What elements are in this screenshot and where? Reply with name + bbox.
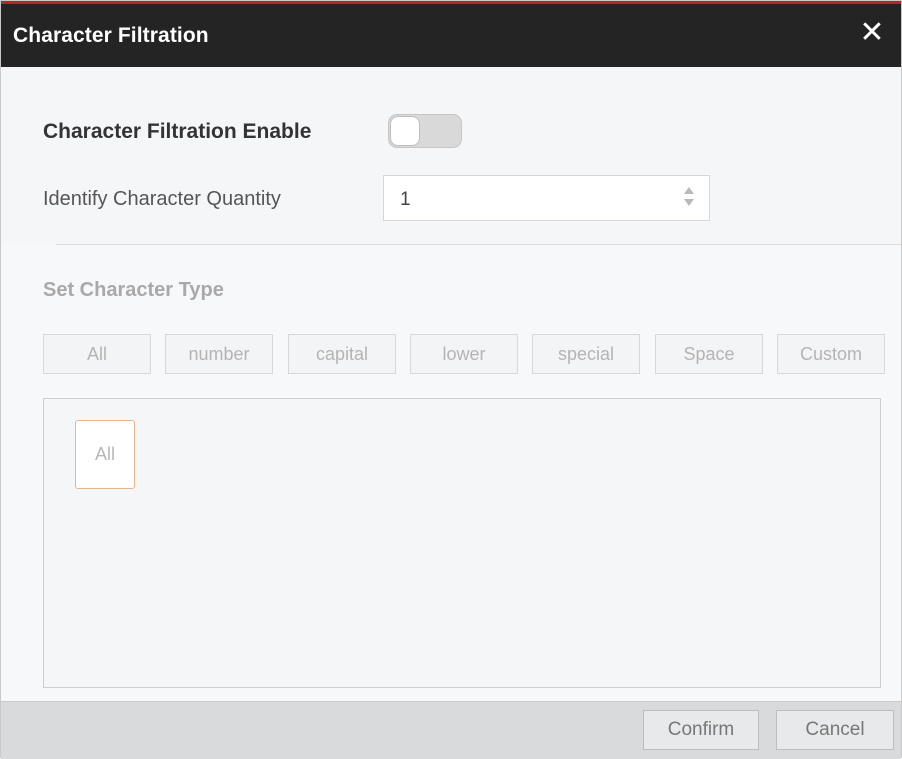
dialog-titlebar: Character Filtration ✕: [1, 1, 901, 67]
type-button-lower[interactable]: lower: [410, 334, 518, 374]
quantity-stepper[interactable]: [683, 185, 695, 211]
toggle-knob: [390, 116, 420, 146]
selected-chip-all[interactable]: All: [75, 420, 135, 489]
type-button-number[interactable]: number: [165, 334, 273, 374]
type-button-space[interactable]: Space: [655, 334, 763, 374]
filtration-enable-toggle[interactable]: [388, 114, 462, 148]
close-icon[interactable]: ✕: [857, 18, 887, 48]
character-quantity-value: 1: [400, 189, 411, 210]
section-divider: [56, 244, 901, 245]
character-filtration-dialog: Character Filtration ✕ Character Filtrat…: [0, 0, 902, 759]
dialog-footer: Confirm Cancel: [1, 701, 901, 759]
type-button-all[interactable]: All: [43, 334, 151, 374]
type-button-special[interactable]: special: [532, 334, 640, 374]
character-quantity-label: Identify Character Quantity: [43, 188, 281, 210]
set-character-type-title: Set Character Type: [43, 279, 224, 301]
type-button-custom[interactable]: Custom: [777, 334, 885, 374]
selected-character-area: All: [43, 398, 881, 688]
character-quantity-input[interactable]: 1: [383, 175, 710, 221]
dialog-title: Character Filtration: [13, 24, 209, 47]
filtration-enable-label: Character Filtration Enable: [43, 120, 312, 143]
type-button-capital[interactable]: capital: [288, 334, 396, 374]
stepper-up-icon[interactable]: [684, 187, 694, 194]
stepper-down-icon[interactable]: [684, 199, 694, 206]
cancel-button[interactable]: Cancel: [776, 710, 894, 750]
confirm-button[interactable]: Confirm: [643, 710, 759, 750]
